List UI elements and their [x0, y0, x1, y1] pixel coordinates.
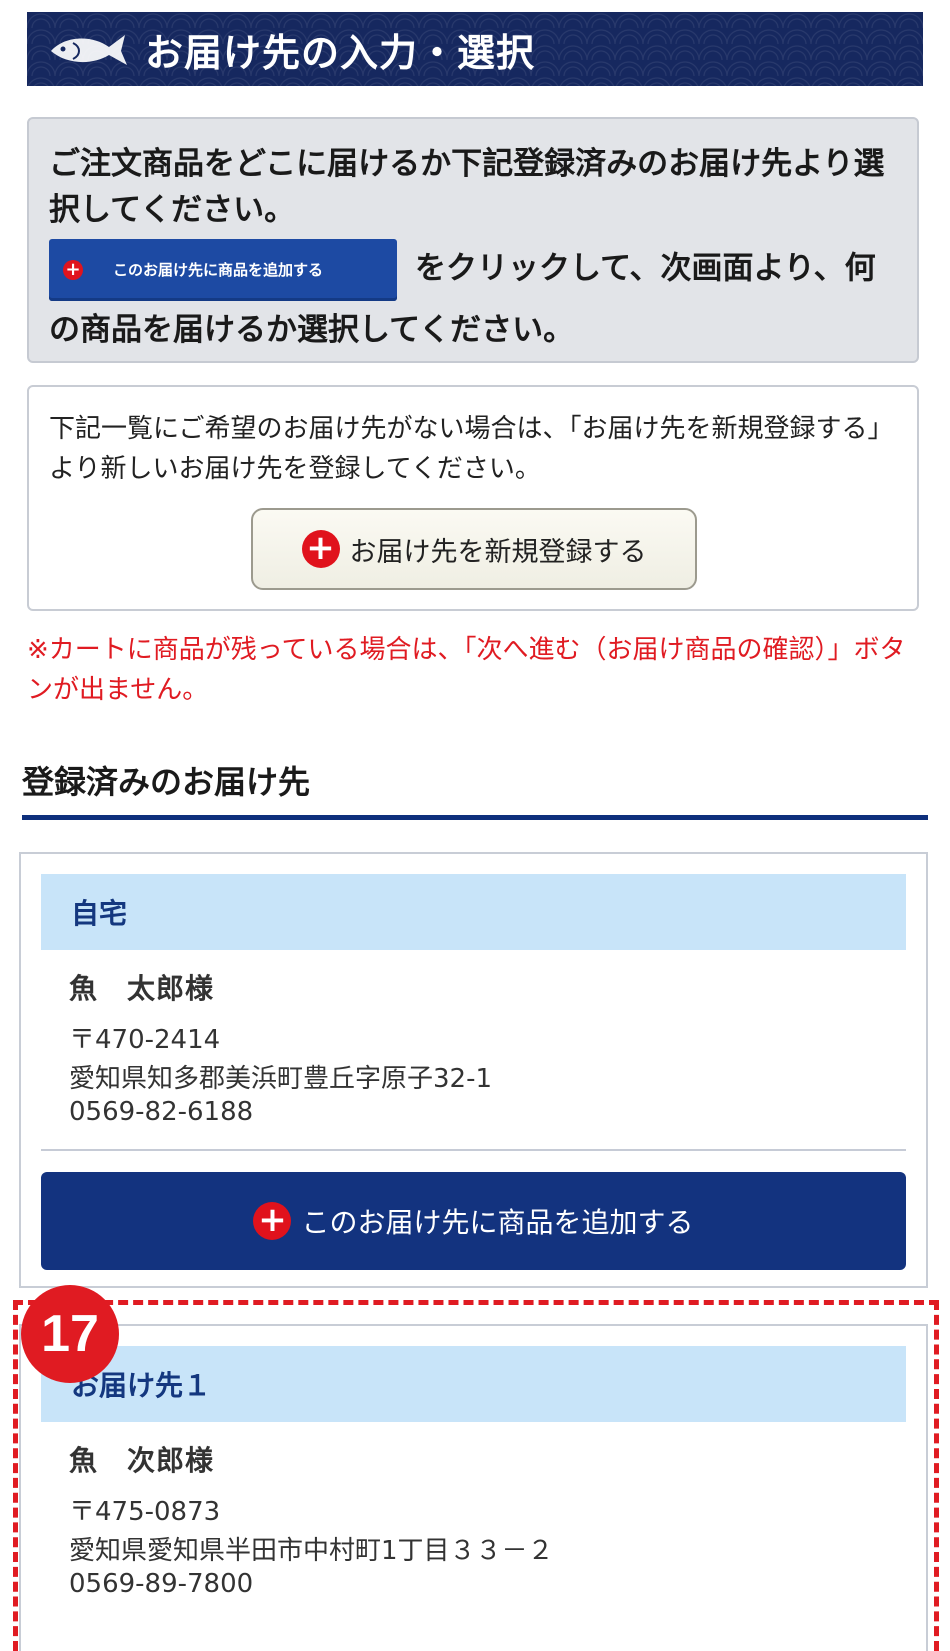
card-divider: [41, 1149, 906, 1151]
section-divider: [22, 815, 928, 820]
plus-icon: +: [63, 260, 83, 280]
add-item-to-address-button[interactable]: + このお届け先に商品を追加する: [41, 1172, 906, 1270]
new-address-notice: 下記一覧にご希望のお届け先がない場合は、「お届け先を新規登録する」より新しいお届…: [27, 385, 919, 611]
page-header-banner: お届け先の入力・選択: [27, 12, 923, 86]
recipient-name: 魚 次郎様: [69, 1444, 215, 1477]
register-new-address-button[interactable]: + お届け先を新規登録する: [251, 508, 697, 590]
cart-warning: ※カートに商品が残っている場合は、「次へ進む（お届け商品の確認）」ボタンが出ませ…: [27, 630, 907, 710]
address-text: 愛知県愛知県半田市中村町1丁目３３－２: [69, 1536, 554, 1566]
register-new-address-label: お届け先を新規登録する: [349, 536, 647, 568]
address-text: 愛知県知多郡美浜町豊丘字原子32-1: [69, 1064, 493, 1094]
address-label: お届け先１: [41, 1346, 906, 1422]
instruction-box: ご注文商品をどこに届けるか下記登録済みのお届け先より選択してください。 + このお…: [27, 117, 919, 363]
phone-number: 0569-82-6188: [69, 1097, 254, 1127]
recipient-name: 魚 太郎様: [69, 972, 215, 1005]
add-item-button-label: このお届け先に商品を追加する: [301, 1206, 694, 1239]
instruction-text-2: + このお届け先に商品を追加する をクリックして、次画面より、何の商品を届けるか選択…: [49, 233, 897, 353]
example-add-button: + このお届け先に商品を追加する: [49, 239, 397, 301]
fish-icon: [51, 35, 127, 65]
postal-code: 〒475-0873: [69, 1497, 221, 1527]
step-badge: 17: [21, 1285, 119, 1383]
address-card: お届け先１ 魚 次郎様 〒475-0873 愛知県愛知県半田市中村町1丁目３３－…: [19, 1324, 928, 1651]
cart-warning-text: ※カートに商品が残っている場合は、「次へ進む（お届け商品の確認）」ボタンが出ませ…: [27, 635, 906, 705]
section-title: 登録済みのお届け先: [22, 763, 311, 801]
address-label: 自宅: [41, 874, 906, 950]
plus-circle-icon: +: [253, 1202, 292, 1240]
address-card: 自宅 魚 太郎様 〒470-2414 愛知県知多郡美浜町豊丘字原子32-1 05…: [19, 852, 928, 1288]
page-title: お届け先の入力・選択: [145, 30, 536, 75]
instruction-text-1: ご注文商品をどこに届けるか下記登録済みのお届け先より選択してください。: [49, 146, 885, 228]
plus-circle-icon: +: [301, 530, 340, 568]
example-add-button-label: このお届け先に商品を追加する: [113, 261, 324, 279]
notice-text: 下記一覧にご希望のお届け先がない場合は、「お届け先を新規登録する」より新しいお届…: [49, 414, 894, 484]
phone-number: 0569-89-7800: [69, 1569, 254, 1599]
postal-code: 〒470-2414: [69, 1025, 221, 1055]
